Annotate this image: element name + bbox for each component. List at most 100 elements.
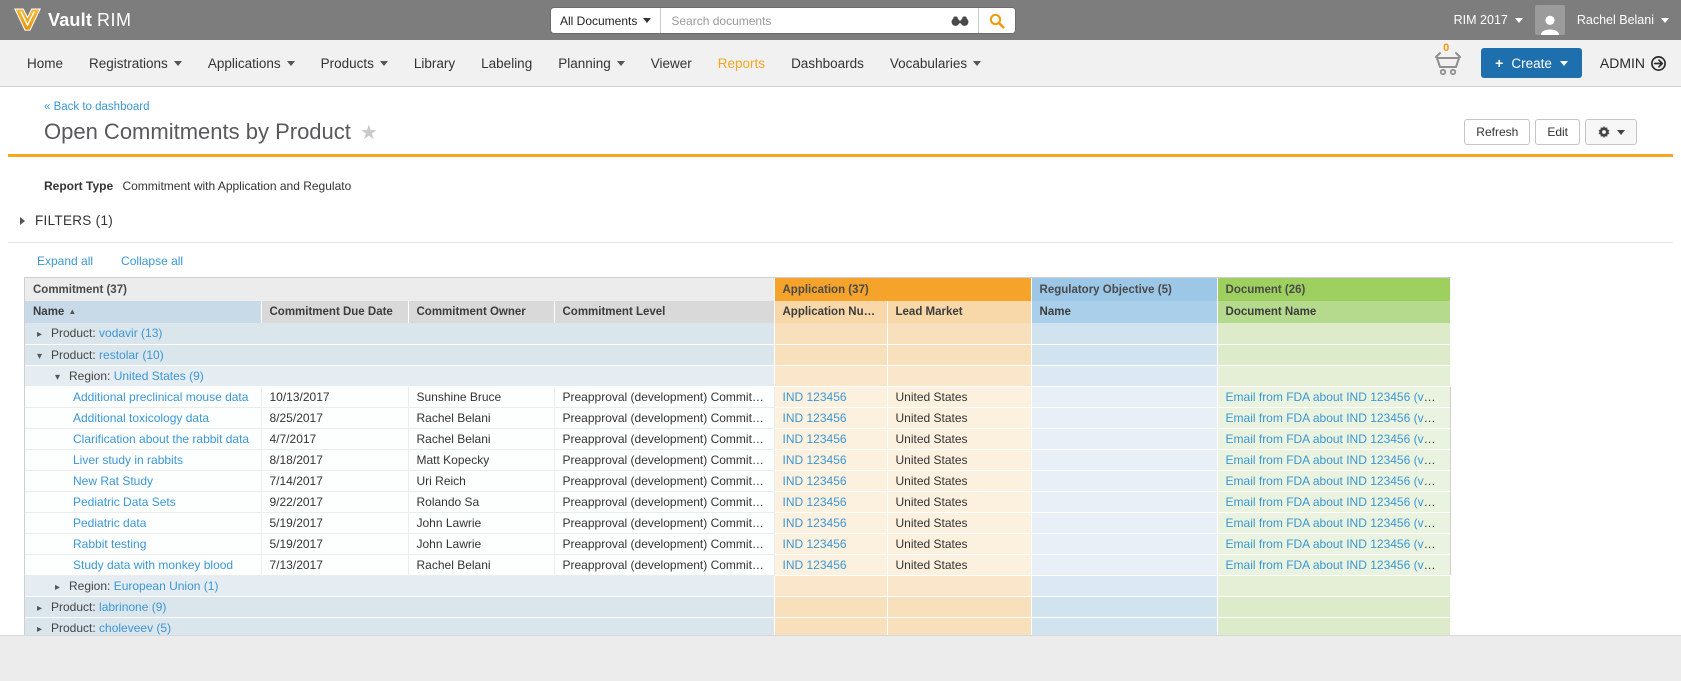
nav-item-dashboards[interactable]: Dashboards <box>778 40 877 87</box>
refresh-button[interactable]: Refresh <box>1464 119 1530 145</box>
create-button[interactable]: + Create <box>1481 48 1582 78</box>
collapse-caret-icon[interactable]: ▾ <box>55 372 69 383</box>
nav-item-viewer[interactable]: Viewer <box>638 40 705 87</box>
nav-item-labeling[interactable]: Labeling <box>468 40 545 87</box>
nav-item-products[interactable]: Products <box>308 40 401 87</box>
edit-button[interactable]: Edit <box>1535 119 1580 145</box>
favorite-star-icon[interactable]: ★ <box>360 120 378 145</box>
document-name-cell-link[interactable]: Email from FDA about IND 123456 (v0.1) <box>1226 495 1445 509</box>
commitment-name-cell-link[interactable]: New Rat Study <box>73 474 153 488</box>
admin-button[interactable]: ADMIN <box>1600 55 1667 72</box>
nav-item-label: Products <box>321 56 374 71</box>
commitment-name-cell-link[interactable]: Study data with monkey blood <box>73 558 233 572</box>
admin-arrow-icon <box>1650 55 1667 72</box>
nav-item-planning[interactable]: Planning <box>545 40 638 87</box>
document-name-cell-link[interactable]: Email from FDA about IND 123456 (v0.1) <box>1226 558 1445 572</box>
group-link[interactable]: vodavir (13) <box>99 326 162 340</box>
cart-button[interactable]: 0 <box>1433 46 1463 81</box>
nav-item-registrations[interactable]: Registrations <box>76 40 195 87</box>
ro-name-cell <box>1031 512 1217 533</box>
search-scope-dropdown[interactable]: All Documents <box>551 8 661 33</box>
commitment-name-cell-link[interactable]: Additional toxicology data <box>73 411 209 425</box>
nav-item-label: Vocabularies <box>890 56 967 71</box>
document-name-cell-link[interactable]: Email from FDA about IND 123456 (v0.1) <box>1226 453 1445 467</box>
collapse-caret-icon[interactable]: ▾ <box>37 351 51 362</box>
application-number-cell-link[interactable]: IND 123456 <box>783 558 847 572</box>
collapse-all-link[interactable]: Collapse all <box>121 254 183 268</box>
title-actions: Refresh Edit <box>1464 119 1637 145</box>
advanced-search-button[interactable] <box>942 8 978 33</box>
document-name-cell: Email from FDA about IND 123456 (v0.1) <box>1217 407 1450 428</box>
commitment-name-cell-link[interactable]: Pediatric Data Sets <box>73 495 176 509</box>
group-cell: ▾Region: United States (9) <box>25 365 774 386</box>
column-header-commitment-owner[interactable]: Commitment Owner <box>408 301 554 323</box>
plus-icon: + <box>1495 55 1503 71</box>
document-name-cell-link[interactable]: Email from FDA about IND 123456 (v0.1) <box>1226 432 1445 446</box>
vault-logo[interactable]: Vault RIM <box>14 8 132 32</box>
commitment-name-cell-link[interactable]: Pediatric data <box>73 516 146 530</box>
lead-market-cell: United States <box>887 491 1031 512</box>
application-number-cell-link[interactable]: IND 123456 <box>783 453 847 467</box>
group-link[interactable]: choleveev (5) <box>99 621 171 635</box>
nav-item-vocabularies[interactable]: Vocabularies <box>877 40 994 87</box>
document-name-cell-link[interactable]: Email from FDA about IND 123456 (v0.1) <box>1226 516 1445 530</box>
commitment-name-cell: Clarification about the rabbit data <box>25 428 261 449</box>
application-number-cell-link[interactable]: IND 123456 <box>783 390 847 404</box>
expand-caret-icon[interactable]: ▸ <box>37 329 51 340</box>
user-menu[interactable]: Rachel Belani <box>1577 13 1669 27</box>
group-link[interactable]: restolar (10) <box>99 348 164 362</box>
filters-toggle[interactable]: FILTERS (1) <box>20 213 1681 228</box>
nav-item-label: Reports <box>718 56 765 71</box>
column-header-document-name[interactable]: Document Name <box>1217 301 1450 323</box>
column-header-lead-market[interactable]: Lead Market <box>887 301 1031 323</box>
expand-caret-icon[interactable]: ▸ <box>55 582 69 593</box>
search-input[interactable] <box>661 8 942 33</box>
document-name-cell-link[interactable]: Email from FDA about IND 123456 (v0.1) <box>1226 537 1445 551</box>
commitment-name-cell-link[interactable]: Rabbit testing <box>73 537 146 551</box>
commitment-level-cell: Preapproval (development) Commitment <box>554 449 774 470</box>
group-prefix: Product: <box>51 326 99 340</box>
table-row: Pediatric Data Sets9/22/2017Rolando SaPr… <box>25 491 1450 512</box>
column-header-commitment-due-date[interactable]: Commitment Due Date <box>261 301 408 323</box>
column-header-commitment-level[interactable]: Commitment Level <box>554 301 774 323</box>
application-number-cell-link[interactable]: IND 123456 <box>783 537 847 551</box>
commitment-name-cell-link[interactable]: Additional preclinical mouse data <box>73 390 248 404</box>
application-number-cell-link[interactable]: IND 123456 <box>783 411 847 425</box>
commitment-level-cell: Preapproval (development) Commitment <box>554 407 774 428</box>
vault-selector[interactable]: RIM 2017 <box>1454 13 1523 27</box>
column-header-ro-name[interactable]: Name <box>1031 301 1217 323</box>
nav-item-library[interactable]: Library <box>401 40 468 87</box>
application-number-cell-link[interactable]: IND 123456 <box>783 432 847 446</box>
nav-item-applications[interactable]: Applications <box>195 40 308 87</box>
back-to-dashboard-link[interactable]: « Back to dashboard <box>44 101 150 113</box>
expand-caret-icon[interactable]: ▸ <box>37 603 51 614</box>
group-link[interactable]: European Union (1) <box>114 579 219 593</box>
chevron-down-icon <box>287 61 295 66</box>
commitment-name-cell-link[interactable]: Liver study in rabbits <box>73 453 183 467</box>
column-header-application-number[interactable]: Application Number <box>774 301 887 323</box>
nav-item-label: Applications <box>208 56 281 71</box>
application-number-cell-link[interactable]: IND 123456 <box>783 495 847 509</box>
document-name-cell-link[interactable]: Email from FDA about IND 123456 (v0.1) <box>1226 474 1445 488</box>
vault-selector-label: RIM 2017 <box>1454 13 1508 27</box>
lead-market-cell: United States <box>887 512 1031 533</box>
nav-item-home[interactable]: Home <box>14 40 76 87</box>
application-number-cell-link[interactable]: IND 123456 <box>783 516 847 530</box>
nav-item-reports[interactable]: Reports <box>705 40 778 87</box>
search-button[interactable] <box>978 8 1015 33</box>
avatar[interactable] <box>1535 5 1565 35</box>
column-header-name[interactable]: Name▲ <box>25 301 261 323</box>
expand-caret-icon[interactable]: ▸ <box>37 624 51 635</box>
title-row: Open Commitments by Product ★ Refresh Ed… <box>44 119 1637 145</box>
report-page: « Back to dashboard Open Commitments by … <box>0 87 1681 640</box>
commitment-name-cell-link[interactable]: Clarification about the rabbit data <box>73 432 249 446</box>
document-name-cell-link[interactable]: Email from FDA about IND 123456 (v0.1) <box>1226 390 1445 404</box>
document-name-cell-link[interactable]: Email from FDA about IND 123456 (v0.1) <box>1226 411 1445 425</box>
application-number-cell-link[interactable]: IND 123456 <box>783 474 847 488</box>
settings-button[interactable] <box>1585 119 1637 145</box>
group-link[interactable]: labrinone (9) <box>99 600 166 614</box>
group-link[interactable]: United States (9) <box>114 369 204 383</box>
page-title: Open Commitments by Product <box>44 119 351 145</box>
expand-all-link[interactable]: Expand all <box>37 254 93 268</box>
footer-strip <box>0 635 1681 681</box>
